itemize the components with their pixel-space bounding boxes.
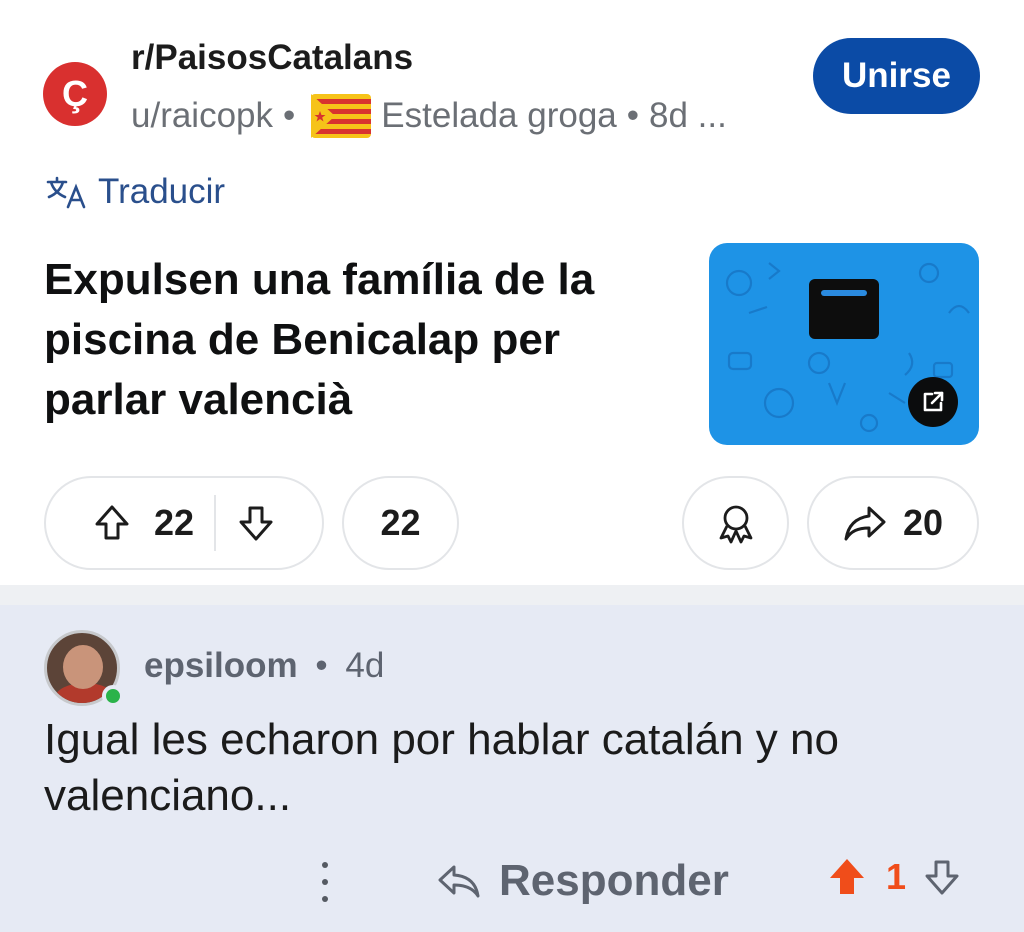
reply-label: Responder bbox=[499, 856, 729, 905]
vote-bar: 22 bbox=[44, 476, 324, 570]
award-button[interactable] bbox=[682, 476, 789, 570]
reply-icon bbox=[438, 865, 480, 898]
post-age: 8d ... bbox=[649, 96, 727, 135]
comments-button[interactable]: 22 bbox=[342, 476, 459, 570]
comment-body: Igual les echaron por hablar catalán y n… bbox=[44, 715, 839, 820]
share-icon bbox=[844, 506, 886, 541]
more-options-button[interactable] bbox=[314, 862, 336, 902]
post-title[interactable]: Expulsen una família de la piscina de Be… bbox=[44, 250, 684, 430]
share-button[interactable]: 20 bbox=[807, 476, 979, 570]
downvote-icon[interactable] bbox=[236, 503, 276, 543]
flag-icon bbox=[311, 94, 372, 138]
translate-button[interactable]: Traducir bbox=[46, 172, 225, 212]
meta-separator: • bbox=[283, 96, 296, 135]
translate-icon bbox=[46, 176, 86, 209]
comment-score: 1 bbox=[886, 856, 907, 897]
post-meta: u/raicopk • Estelada groga • 8d ... bbox=[131, 94, 727, 138]
comment-author[interactable]: epsiloom bbox=[144, 646, 298, 685]
vote-divider bbox=[214, 495, 217, 551]
comment-meta: epsiloom • 4d bbox=[144, 646, 384, 686]
external-link-icon bbox=[923, 391, 944, 412]
subreddit-avatar-letter: Ç bbox=[62, 73, 88, 114]
reply-button[interactable]: Responder bbox=[437, 856, 729, 906]
comments-count: 22 bbox=[380, 502, 421, 543]
upvote-icon[interactable] bbox=[826, 856, 868, 898]
comment-votes: 1 bbox=[826, 856, 962, 898]
section-divider bbox=[0, 585, 1024, 605]
comment-age: 4d bbox=[345, 646, 385, 685]
award-icon bbox=[719, 505, 752, 544]
share-count: 20 bbox=[902, 502, 944, 543]
join-button[interactable]: Unirse bbox=[813, 38, 980, 114]
post-author[interactable]: u/raicopk bbox=[131, 96, 273, 136]
meta-separator: • bbox=[626, 96, 640, 135]
post-flair[interactable]: Estelada groga bbox=[381, 96, 616, 136]
upvote-icon[interactable] bbox=[92, 503, 132, 543]
thumbnail-window-icon bbox=[809, 279, 879, 339]
more-icon bbox=[322, 862, 328, 868]
downvote-icon[interactable] bbox=[922, 857, 962, 897]
comment-meta-separator: • bbox=[315, 646, 328, 685]
online-status-indicator bbox=[102, 685, 124, 707]
subreddit-avatar[interactable]: Ç bbox=[43, 62, 107, 126]
translate-label: Traducir bbox=[98, 172, 226, 211]
external-link-button[interactable] bbox=[908, 377, 958, 427]
link-thumbnail[interactable] bbox=[709, 243, 979, 445]
subreddit-name[interactable]: r/PaisosCatalans bbox=[131, 38, 413, 78]
upvote-count: 22 bbox=[153, 502, 195, 543]
